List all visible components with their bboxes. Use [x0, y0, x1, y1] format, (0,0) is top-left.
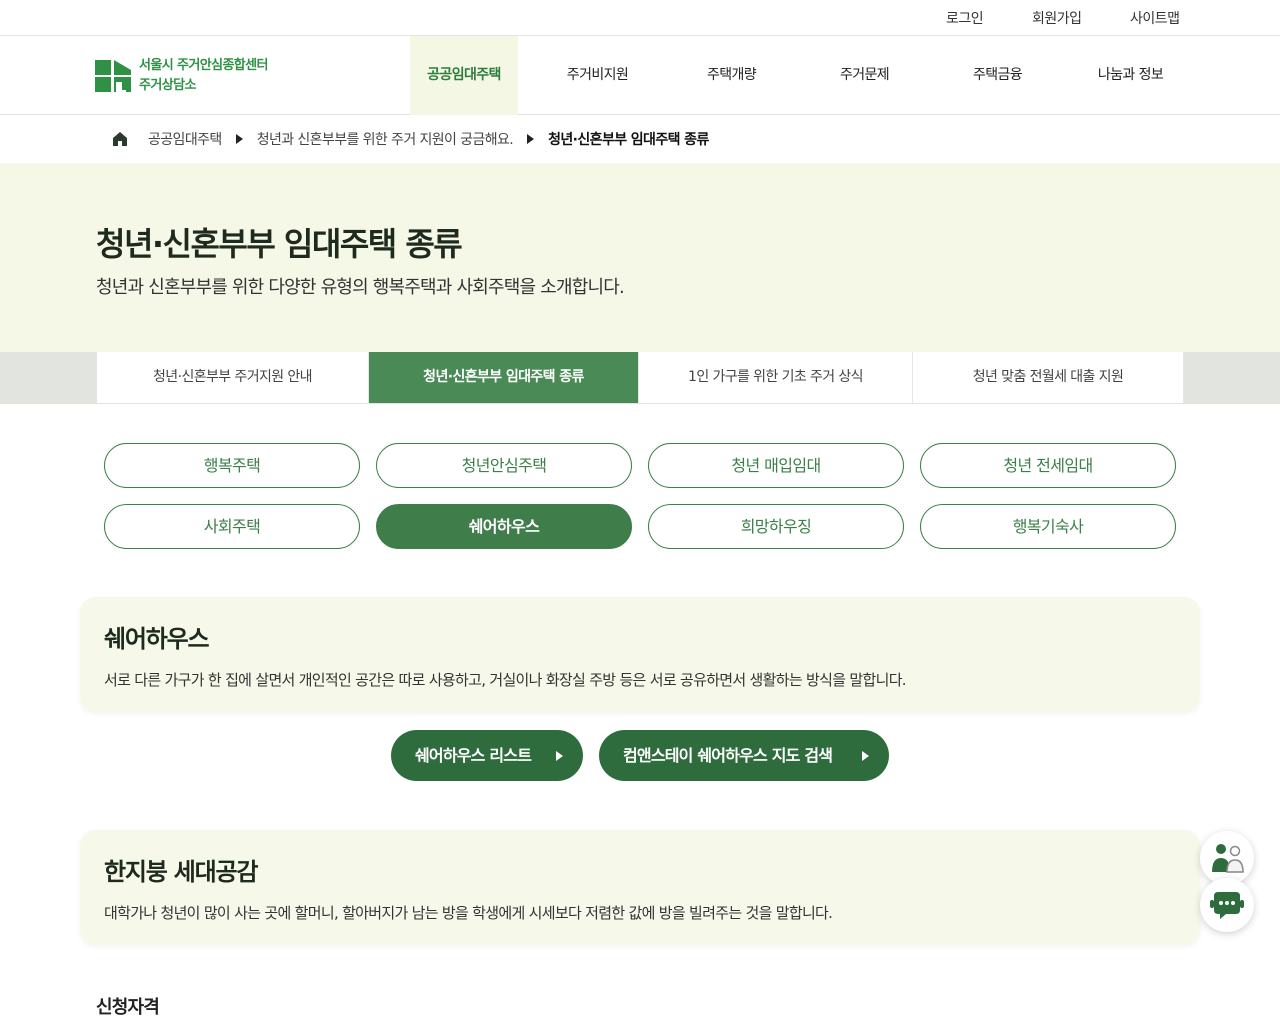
page-subtitle: 청년과 신혼부부를 위한 다양한 유형의 행복주택과 사회주택을 소개합니다.	[96, 277, 625, 298]
card-title: 한지붕 세대공감	[104, 858, 259, 886]
nav-housing-finance[interactable]: 주택금융	[930, 36, 1065, 115]
type-button-happy-house[interactable]: 행복주택	[104, 443, 360, 488]
info-card-sharehouse: 쉐어하우스 서로 다른 가구가 한 집에 살면서 개인적인 공간은 따로 사용하…	[80, 597, 1200, 712]
button-label: 쉐어하우스 리스트	[415, 746, 532, 765]
nav-housing-cost-support[interactable]: 주거비지원	[530, 36, 665, 115]
breadcrumb-item-youth-support[interactable]: 청년과 신혼부부를 위한 주거 지원이 궁금해요.	[257, 129, 514, 149]
signup-link[interactable]: 회원가입	[1032, 8, 1082, 28]
sub-tab-bar: 청년·신혼부부 주거지원 안내 청년·신혼부부 임대주택 종류 1인 가구를 위…	[0, 352, 1280, 404]
sitemap-link[interactable]: 사이트맵	[1130, 8, 1180, 28]
breadcrumb-current: 청년·신혼부부 임대주택 종류	[548, 132, 709, 148]
logo-subtitle: 주거상담소	[139, 78, 196, 93]
tab-youth-support-guide[interactable]: 청년·신혼부부 주거지원 안내	[97, 352, 369, 403]
people-consult-icon	[1212, 844, 1244, 873]
consult-float-button[interactable]	[1200, 831, 1254, 885]
sharehouse-list-button[interactable]: 쉐어하우스 리스트	[391, 730, 583, 781]
logo-house-icon	[95, 60, 131, 92]
home-icon[interactable]	[112, 131, 128, 147]
chatbot-float-button[interactable]	[1200, 878, 1254, 932]
sharehouse-map-search-button[interactable]: 컴앤스테이 쉐어하우스 지도 검색	[599, 730, 889, 781]
logo-title: 서울시 주거안심종합센터	[139, 58, 268, 73]
page-hero: 청년·신혼부부 임대주택 종류 청년과 신혼부부를 위한 다양한 유형의 행복주…	[0, 163, 1280, 352]
type-button-youth-safe-house[interactable]: 청년안심주택	[376, 443, 632, 488]
tab-single-household-basics[interactable]: 1인 가구를 위한 기초 주거 상식	[639, 352, 913, 403]
type-button-youth-jeonse-rental[interactable]: 청년 전세임대	[920, 443, 1176, 488]
card-description: 대학가나 청년이 많이 사는 곳에 할머니, 할아버지가 남는 방을 학생에게 …	[104, 904, 833, 922]
type-button-youth-purchase-rental[interactable]: 청년 매입임대	[648, 443, 904, 488]
tab-rental-types[interactable]: 청년·신혼부부 임대주택 종류	[369, 352, 639, 403]
button-label: 컴앤스테이 쉐어하우스 지도 검색	[623, 746, 833, 765]
nav-public-rental[interactable]: 공공임대주택	[410, 36, 518, 115]
breadcrumb-separator-icon	[527, 134, 535, 144]
info-card-one-roof: 한지붕 세대공감 대학가나 청년이 많이 사는 곳에 할머니, 할아버지가 남는…	[80, 830, 1200, 945]
page-title: 청년·신혼부부 임대주택 종류	[96, 225, 463, 263]
nav-housing-issues[interactable]: 주거문제	[797, 36, 932, 115]
chatbot-icon	[1210, 892, 1244, 919]
breadcrumb-separator-icon	[235, 134, 243, 144]
nav-sharing-info[interactable]: 나눔과 정보	[1063, 36, 1198, 115]
tab-youth-loan-support[interactable]: 청년 맞춤 전월세 대출 지원	[913, 352, 1184, 403]
type-button-sharehouse[interactable]: 쉐어하우스	[376, 504, 632, 549]
breadcrumb-item-public-rental[interactable]: 공공임대주택	[148, 129, 222, 149]
type-button-happy-dormitory[interactable]: 행복기숙사	[920, 504, 1176, 549]
type-button-social-house[interactable]: 사회주택	[104, 504, 360, 549]
nav-house-improvement[interactable]: 주택개량	[664, 36, 799, 115]
eligibility-heading: 신청자격	[96, 997, 160, 1018]
arrow-right-icon	[862, 751, 869, 761]
login-link[interactable]: 로그인	[946, 8, 984, 28]
utility-bar: 로그인 회원가입 사이트맵	[0, 0, 1280, 36]
card-description: 서로 다른 가구가 한 집에 살면서 개인적인 공간은 따로 사용하고, 거실이…	[104, 671, 907, 689]
site-logo[interactable]: 서울시 주거안심종합센터 주거상담소	[95, 56, 268, 96]
breadcrumb: 공공임대주택 청년과 신혼부부를 위한 주거 지원이 궁금해요. 청년·신혼부부…	[0, 115, 1280, 163]
card-title: 쉐어하우스	[104, 625, 210, 653]
type-button-hope-housing[interactable]: 희망하우징	[648, 504, 904, 549]
arrow-right-icon	[556, 751, 563, 761]
site-header: 서울시 주거안심종합센터 주거상담소 공공임대주택 주거비지원 주택개량 주거문…	[0, 36, 1280, 115]
